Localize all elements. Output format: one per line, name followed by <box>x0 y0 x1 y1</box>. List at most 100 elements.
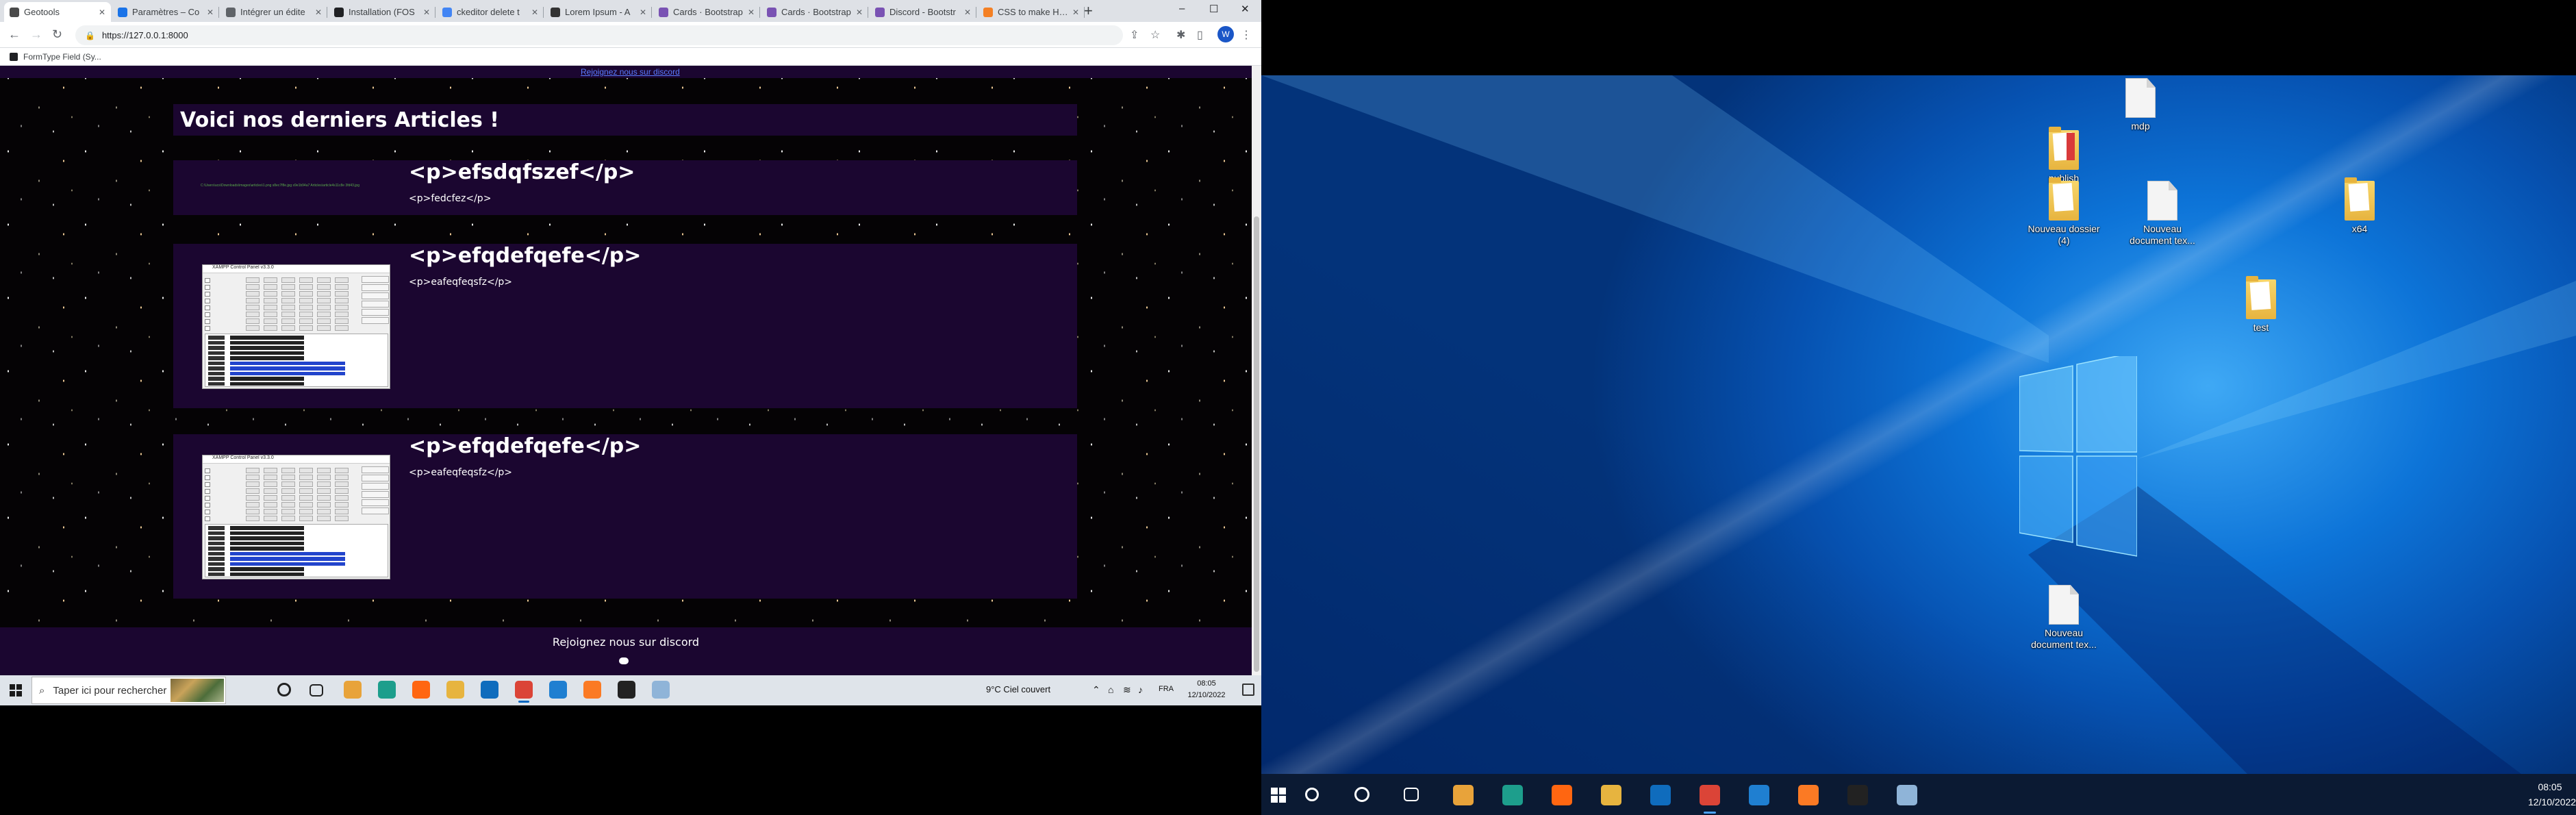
article-title: <p>efsdqfszef</p> <box>409 160 635 184</box>
maximize-button[interactable]: ☐ <box>1209 3 1218 15</box>
chevron-up-icon[interactable]: ⌃ <box>1092 684 1100 696</box>
text-document-icon <box>2147 181 2177 221</box>
desktop-icon-folder[interactable]: test <box>2220 276 2302 334</box>
weather-widget[interactable]: 9°C Ciel couvert <box>986 684 1050 694</box>
share-icon[interactable]: ⇪ <box>1130 28 1139 42</box>
tab[interactable]: Geotools ✕ <box>4 2 111 22</box>
page-scrollbar[interactable] <box>1252 66 1261 675</box>
sidepanel-icon[interactable]: ▯ <box>1197 28 1203 42</box>
desktop-icon-folder[interactable]: x64 <box>2319 177 2401 235</box>
explorer-icon[interactable] <box>1601 785 1621 805</box>
tab-close-icon[interactable]: ✕ <box>640 8 646 17</box>
tab[interactable]: Lorem Ipsum - A ✕ <box>545 2 652 22</box>
desktop-icon-doc[interactable]: Nouveau document tex... <box>2121 181 2204 247</box>
footer-discord-text[interactable]: Rejoignez nous sur discord <box>0 636 1252 649</box>
chrome-icon[interactable] <box>515 681 533 703</box>
tab-label: Paramètres – Co <box>132 7 200 17</box>
tab-close-icon[interactable]: ✕ <box>964 8 971 17</box>
search-icon[interactable] <box>1305 788 1319 801</box>
start-button[interactable] <box>1271 788 1286 803</box>
tab-close-icon[interactable]: ✕ <box>99 8 105 17</box>
search-icon: ⌕ <box>39 684 45 697</box>
tab[interactable]: Discord - Bootstr ✕ <box>870 2 976 22</box>
mail-icon[interactable] <box>1650 785 1671 805</box>
desktop-icon-doc[interactable]: Nouveau document tex... <box>2023 585 2105 651</box>
vscode-icon[interactable] <box>1749 785 1769 805</box>
discord-link-top[interactable]: Rejoignez nous sur discord <box>581 67 680 77</box>
tab[interactable]: CSS to make HTM ✕ <box>978 2 1085 22</box>
xampp-icon[interactable] <box>583 681 601 699</box>
tab-close-icon[interactable]: ✕ <box>531 8 538 17</box>
tab[interactable]: Installation (FOS ✕ <box>329 2 435 22</box>
taskbar-search[interactable]: ⌕ Taper ici pour rechercher <box>31 677 226 704</box>
tab[interactable]: Paramètres – Co ✕ <box>112 2 219 22</box>
article-image-broken-link[interactable]: C:\Users\ucs\Downloads\images\articles\1… <box>201 184 359 188</box>
store-icon[interactable] <box>1453 785 1474 805</box>
tab-close-icon[interactable]: ✕ <box>856 8 863 17</box>
profile-avatar[interactable]: W <box>1217 26 1234 42</box>
address-bar[interactable]: 🔒 https://127.0.0.1:8000 <box>75 25 1123 45</box>
new-tab-button[interactable]: + <box>1084 3 1093 18</box>
desktop-icon-folder[interactable]: Nouveau dossier (4) <box>2023 177 2105 247</box>
scrollbar-thumb[interactable] <box>1254 216 1259 672</box>
tab-close-icon[interactable]: ✕ <box>423 8 430 17</box>
cortana-icon[interactable] <box>1354 787 1369 802</box>
desktop-icon-doc[interactable]: mdp <box>2099 78 2182 132</box>
volume-icon[interactable]: ♪ <box>1138 684 1143 695</box>
clock-date: 12/10/2022 <box>2528 797 2576 807</box>
tab-close-icon[interactable]: ✕ <box>207 8 214 17</box>
bookmark-item[interactable]: FormType Field (Sy... <box>23 52 101 62</box>
terminal-icon[interactable] <box>618 681 635 699</box>
page-top-bar: Rejoignez nous sur discord <box>0 66 1252 78</box>
article-image[interactable]: XAMPP Control Panel v3.3.0 <box>202 264 390 389</box>
clock[interactable]: 08:05 12/10/2022 <box>1179 678 1234 701</box>
tab-label: Cards · Bootstrap <box>673 7 743 17</box>
language-indicator[interactable]: FRA <box>1159 685 1174 693</box>
forward-button[interactable]: → <box>30 27 42 41</box>
tab[interactable]: Cards · Bootstrap ✕ <box>653 2 760 22</box>
extensions-icon[interactable]: ✱ <box>1176 28 1185 42</box>
bookmark-star-icon[interactable]: ☆ <box>1150 28 1160 42</box>
xampp-icon[interactable] <box>1798 785 1819 805</box>
reload-button[interactable]: ↻ <box>52 27 62 41</box>
tab-close-icon[interactable]: ✕ <box>1072 8 1079 17</box>
terminal-icon[interactable] <box>1847 785 1868 805</box>
network-icon[interactable]: ⌂ <box>1108 684 1113 695</box>
tab[interactable]: ckeditor delete t ✕ <box>437 2 544 22</box>
tab-favicon-icon <box>875 7 885 17</box>
tab-close-icon[interactable]: ✕ <box>315 8 322 17</box>
chrome-icon[interactable] <box>1700 785 1720 814</box>
desktop-icon-folder[interactable]: publish <box>2023 127 2105 184</box>
task-view-icon[interactable] <box>310 684 323 697</box>
tab[interactable]: Cards · Bootstrap ✕ <box>761 2 868 22</box>
minimize-button[interactable]: ‒ <box>1179 3 1185 14</box>
article-image[interactable]: XAMPP Control Panel v3.3.0 <box>202 455 390 579</box>
store-icon[interactable] <box>344 681 362 699</box>
back-button[interactable]: ← <box>8 27 21 41</box>
mail-icon[interactable] <box>481 681 498 699</box>
notification-icon[interactable] <box>1242 684 1254 696</box>
firefox-icon[interactable] <box>412 681 430 699</box>
discord-icon[interactable] <box>619 657 629 664</box>
address-text: https://127.0.0.1:8000 <box>101 30 188 40</box>
tab-favicon-icon <box>118 7 127 17</box>
tab-close-icon[interactable]: ✕ <box>748 8 755 17</box>
cortana-icon[interactable] <box>277 683 291 697</box>
wsl-icon[interactable] <box>652 681 670 699</box>
explorer-icon[interactable] <box>446 681 464 699</box>
task-view-icon[interactable] <box>1404 788 1419 801</box>
wifi-icon[interactable]: ≋ <box>1123 684 1131 696</box>
wsl-icon[interactable] <box>1897 785 1917 805</box>
vscode-icon[interactable] <box>549 681 567 699</box>
clock-time: 08:05 <box>1197 679 1216 688</box>
close-window-button[interactable]: ✕ <box>1241 3 1250 15</box>
edge-icon[interactable] <box>378 681 396 699</box>
edge-icon[interactable] <box>1502 785 1523 805</box>
clock[interactable]: 08:05 12/10/2022 <box>2528 779 2576 810</box>
tab[interactable]: Intégrer un édite ✕ <box>220 2 327 22</box>
firefox-icon[interactable] <box>1552 785 1572 805</box>
start-button[interactable] <box>10 684 22 697</box>
thumb-log <box>205 334 388 387</box>
menu-icon[interactable]: ⋮ <box>1241 28 1252 42</box>
taskbar-right: 08:05 12/10/2022 <box>1261 774 2576 815</box>
